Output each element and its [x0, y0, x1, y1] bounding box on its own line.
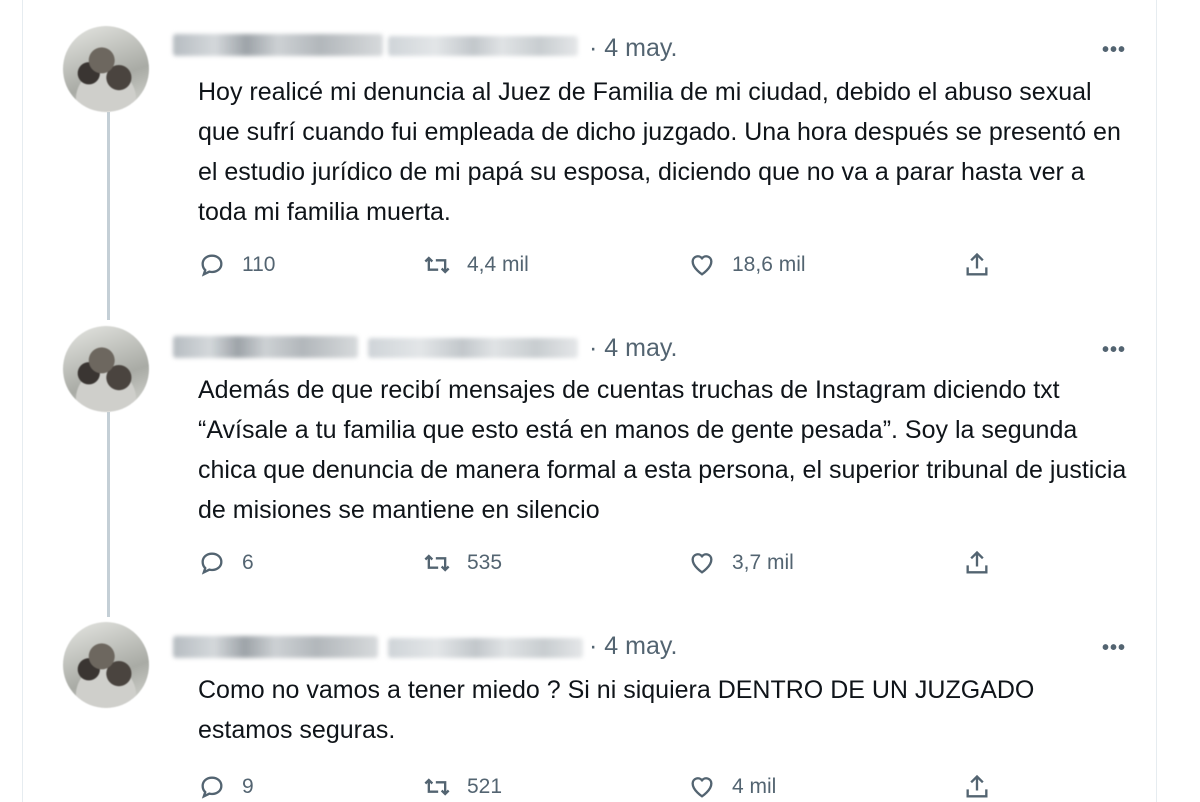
display-name-blurred[interactable]: [173, 34, 383, 56]
tweet-thread: · 4 may. ••• Hoy realicé mi denuncia al …: [22, 0, 1157, 802]
reply-button[interactable]: 6: [198, 548, 254, 578]
reply-icon: [201, 776, 223, 799]
retweet-button[interactable]: 521: [423, 772, 502, 802]
like-button[interactable]: 18,6 mil: [688, 250, 806, 280]
tweet-actions: 9 521 4 mil: [198, 772, 1018, 802]
username-blurred[interactable]: [388, 36, 578, 56]
retweet-count: 4,4 mil: [467, 253, 529, 276]
tweet-text: Como no vamos a tener miedo ? Si ni siqu…: [198, 676, 1035, 744]
reply-icon: [201, 254, 223, 277]
tweet-date[interactable]: · 4 may.: [589, 632, 677, 661]
tweet[interactable]: · 4 may. ••• Hoy realicé mi denuncia al …: [23, 0, 1156, 300]
tweet-actions: 110 4,4 mil 18,6 mil: [198, 250, 1018, 280]
retweet-icon: [424, 256, 450, 274]
retweet-button[interactable]: 535: [423, 548, 502, 578]
tweet[interactable]: · 4 may. ••• Como no vamos a tener miedo…: [23, 600, 1156, 802]
avatar[interactable]: [63, 26, 149, 112]
avatar[interactable]: [63, 622, 149, 708]
more-icon[interactable]: •••: [1102, 638, 1126, 658]
retweet-count: 535: [467, 551, 503, 574]
tweet-text: Además de que recibí mensajes de cuentas…: [198, 376, 1127, 524]
retweet-icon: [424, 778, 450, 796]
reply-button[interactable]: 110: [198, 250, 275, 280]
like-icon: [691, 553, 713, 574]
like-button[interactable]: 4 mil: [688, 772, 776, 802]
more-icon[interactable]: •••: [1102, 340, 1126, 360]
reply-count: 110: [242, 253, 276, 276]
share-button[interactable]: [963, 250, 991, 280]
share-icon: [966, 774, 988, 798]
display-name-blurred[interactable]: [173, 636, 378, 658]
like-button[interactable]: 3,7 mil: [688, 548, 794, 578]
reply-icon: [201, 552, 223, 575]
share-icon: [966, 252, 988, 276]
avatar[interactable]: [63, 326, 149, 412]
more-icon[interactable]: •••: [1102, 40, 1126, 60]
share-icon: [966, 550, 988, 574]
tweet-date[interactable]: · 4 may.: [589, 34, 677, 63]
tweet-actions: 6 535 3,7 mil: [198, 548, 1018, 578]
tweet-text: Hoy realicé mi denuncia al Juez de Famil…: [198, 78, 1121, 226]
tweet[interactable]: · 4 may. ••• Además de que recibí mensaj…: [23, 300, 1156, 600]
display-name-blurred[interactable]: [173, 336, 358, 358]
like-icon: [691, 255, 713, 276]
retweet-button[interactable]: 4,4 mil: [423, 250, 529, 280]
share-button[interactable]: [963, 548, 991, 578]
retweet-count: 521: [467, 775, 503, 798]
reply-button[interactable]: 9: [198, 772, 254, 802]
reply-count: 6: [242, 551, 254, 574]
like-count: 18,6 mil: [732, 253, 806, 276]
like-count: 3,7 mil: [732, 551, 794, 574]
tweet-date[interactable]: · 4 may.: [589, 334, 677, 363]
username-blurred[interactable]: [388, 638, 583, 658]
share-button[interactable]: [963, 772, 991, 802]
reply-count: 9: [242, 775, 254, 798]
username-blurred[interactable]: [368, 338, 578, 358]
retweet-icon: [424, 554, 450, 572]
like-count: 4 mil: [732, 775, 777, 798]
like-icon: [691, 777, 713, 798]
